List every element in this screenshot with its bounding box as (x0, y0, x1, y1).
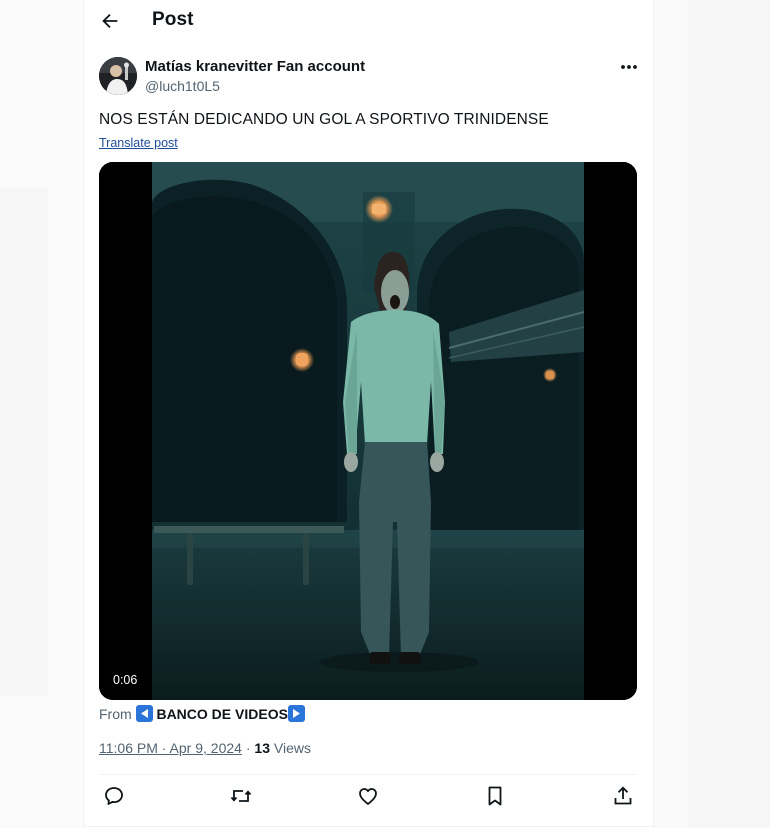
action-bar (84, 784, 653, 812)
post-meta: 11:06 PM · Apr 9, 2024 · 13 Views (99, 740, 311, 756)
bookmark-icon[interactable] (483, 784, 507, 808)
source-account-link[interactable]: BANCO DE VIDEOS (135, 705, 305, 722)
right-arrow-icon (287, 705, 305, 722)
reply-icon[interactable] (102, 784, 126, 808)
author-handle[interactable]: @luch1t0L5 (145, 78, 220, 94)
divider-bottom (84, 826, 653, 827)
meta-separator: · (245, 740, 251, 756)
arrow-left-icon[interactable] (99, 10, 121, 32)
author-display-name[interactable]: Matías kranevitter Fan account (145, 58, 365, 75)
page-header: Post (84, 0, 653, 42)
avatar[interactable] (99, 57, 137, 95)
media-source: From BANCO DE VIDEOS (99, 705, 305, 722)
share-icon[interactable] (611, 784, 635, 808)
video-frame (99, 162, 637, 700)
video-player[interactable]: 0:06 (99, 162, 637, 700)
post-text: NOS ESTÁN DEDICANDO UN GOL A SPORTIVO TR… (99, 111, 549, 128)
views-count: 13 (254, 740, 270, 756)
video-duration: 0:06 (107, 671, 144, 689)
like-icon[interactable] (356, 784, 380, 808)
views-label: Views (273, 740, 311, 756)
page-background-right-patch (688, 0, 770, 828)
repost-icon[interactable] (229, 784, 253, 808)
post-column: Post Matías kranevitter Fan account @luc… (83, 0, 654, 828)
source-name: BANCO DE VIDEOS (156, 706, 288, 722)
divider (99, 774, 637, 775)
more-horizontal-icon[interactable] (618, 58, 640, 76)
page-title: Post (152, 9, 194, 30)
page-background-left-patch (0, 188, 48, 696)
translate-post-link[interactable]: Translate post (99, 136, 178, 150)
post-timestamp[interactable]: 11:06 PM · Apr 9, 2024 (99, 740, 242, 756)
left-arrow-icon (135, 705, 153, 722)
source-prefix: From (99, 706, 132, 722)
